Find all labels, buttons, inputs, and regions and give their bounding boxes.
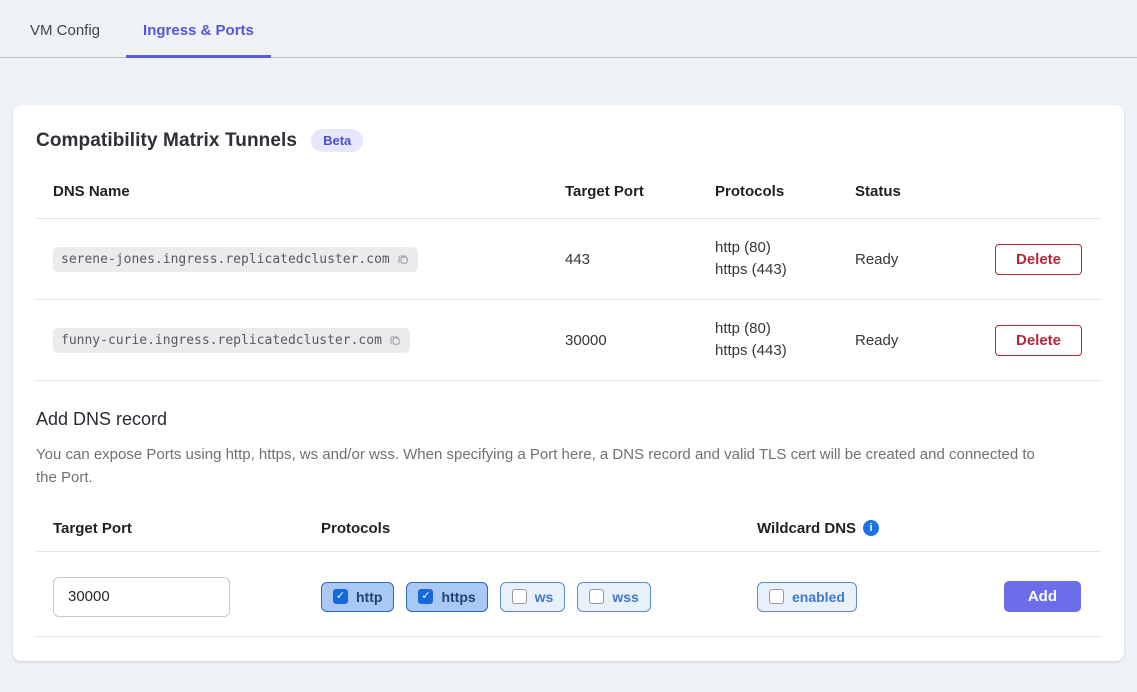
- column-header-status: Status: [855, 183, 995, 200]
- column-header-target-port: Target Port: [565, 183, 715, 200]
- protocol-checkbox-ws[interactable]: ws: [500, 582, 566, 612]
- protocol-option-label: http: [356, 589, 382, 605]
- card-header: Compatibility Matrix Tunnels Beta: [36, 105, 1101, 164]
- checkbox-icon: [333, 589, 348, 604]
- dns-name-text: funny-curie.ingress.replicatedcluster.co…: [61, 333, 382, 348]
- protocol-checkbox-http[interactable]: http: [321, 582, 394, 612]
- dns-name-pill: serene-jones.ingress.replicatedcluster.c…: [53, 247, 418, 272]
- protocols-value: http (80) https (443): [715, 318, 855, 362]
- divider: [36, 380, 1101, 381]
- checkbox-icon: [769, 589, 784, 604]
- protocol-option-label: https: [441, 589, 475, 605]
- protocol-option-label: ws: [535, 589, 554, 605]
- tab-ingress-ports[interactable]: Ingress & Ports: [126, 22, 271, 58]
- page-title: Compatibility Matrix Tunnels: [36, 130, 297, 152]
- checkbox-icon: [418, 589, 433, 604]
- table-row: serene-jones.ingress.replicatedcluster.c…: [36, 219, 1101, 299]
- protocols-label: Protocols: [321, 520, 757, 537]
- column-header-protocols: Protocols: [715, 183, 855, 200]
- dns-name-pill: funny-curie.ingress.replicatedcluster.co…: [53, 328, 410, 353]
- form-inputs-row: http https ws wss enabled Add: [36, 577, 1101, 617]
- beta-badge: Beta: [311, 129, 363, 152]
- wildcard-enabled-checkbox[interactable]: enabled: [757, 582, 857, 612]
- status-badge: Ready: [855, 251, 995, 268]
- protocol-option-label: wss: [612, 589, 638, 605]
- copy-icon[interactable]: [388, 333, 402, 347]
- target-port-input[interactable]: [53, 577, 230, 617]
- dns-name-text: serene-jones.ingress.replicatedcluster.c…: [61, 252, 390, 267]
- target-port-label: Target Port: [53, 520, 321, 537]
- target-port-value: 443: [565, 251, 715, 268]
- tab-bar: VM Config Ingress & Ports: [0, 0, 1137, 58]
- delete-button[interactable]: Delete: [995, 325, 1082, 356]
- tunnels-card: Compatibility Matrix Tunnels Beta DNS Na…: [13, 105, 1124, 661]
- checkbox-icon: [589, 589, 604, 604]
- status-badge: Ready: [855, 332, 995, 349]
- protocols-value: http (80) https (443): [715, 237, 855, 281]
- add-button[interactable]: Add: [1004, 581, 1081, 612]
- protocol-checkbox-https[interactable]: https: [406, 582, 487, 612]
- column-header-dns-name: DNS Name: [53, 183, 565, 200]
- target-port-value: 30000: [565, 332, 715, 349]
- wildcard-dns-label: Wildcard DNS: [757, 520, 856, 537]
- tab-vm-config[interactable]: VM Config: [13, 22, 117, 58]
- protocol-checkbox-group: http https ws wss: [321, 582, 757, 612]
- table-header-row: DNS Name Target Port Protocols Status: [36, 164, 1101, 218]
- delete-button[interactable]: Delete: [995, 244, 1082, 275]
- divider: [36, 551, 1101, 552]
- checkbox-icon: [512, 589, 527, 604]
- form-labels-row: Target Port Protocols Wildcard DNS i: [36, 520, 1101, 537]
- add-dns-record-title: Add DNS record: [36, 409, 1101, 430]
- wildcard-option-label: enabled: [792, 589, 845, 605]
- protocol-checkbox-wss[interactable]: wss: [577, 582, 650, 612]
- copy-icon[interactable]: [396, 252, 410, 266]
- info-icon[interactable]: i: [863, 520, 879, 536]
- divider: [36, 636, 1101, 637]
- add-dns-record-description: You can expose Ports using http, https, …: [36, 443, 1046, 490]
- table-row: funny-curie.ingress.replicatedcluster.co…: [36, 300, 1101, 380]
